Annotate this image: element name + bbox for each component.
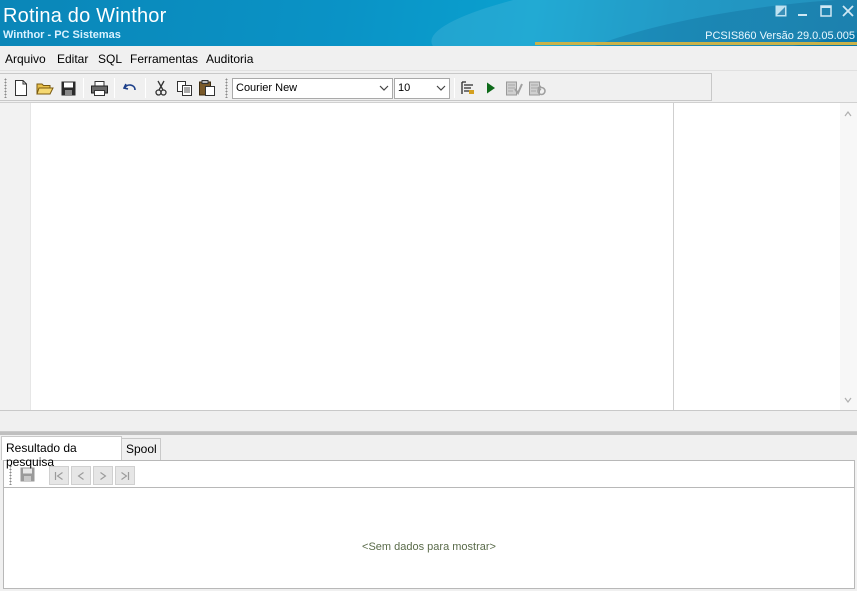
menu-editar[interactable]: Editar [57,52,88,66]
title-bar: Rotina do Winthor Winthor - PC Sistemas … [0,0,857,46]
font-name-select[interactable]: Courier New [232,78,393,99]
toolbar-separator [114,78,115,98]
tab-label: Spool [126,442,157,456]
window-title: Rotina do Winthor [3,5,167,27]
toolbar-grip[interactable] [225,78,228,98]
next-icon [100,471,107,480]
menu-sql[interactable]: SQL [98,52,122,66]
cut-icon[interactable] [151,78,171,98]
new-file-icon[interactable] [11,78,31,98]
toolbar-separator [454,78,455,98]
font-name-value: Courier New [236,82,298,94]
last-icon [121,471,130,480]
rollback-icon[interactable] [527,78,547,98]
results-tabs: Resultado da pesquisa Spool [0,436,857,469]
right-margin-line [673,103,674,411]
menu-auditoria[interactable]: Auditoria [206,52,253,66]
results-panel: <Sem dados para mostrar> [3,460,855,589]
first-icon [54,471,63,480]
previous-record-button[interactable] [71,466,91,485]
empty-results-message: <Sem dados para mostrar> [362,541,496,553]
font-size-value: 10 [398,82,411,94]
toolbar-separator [83,78,84,98]
commit-icon[interactable] [504,78,524,98]
accent-line [535,42,857,45]
toolbar: Courier New 10 [0,73,712,101]
paste-icon[interactable] [197,78,217,98]
query-icon[interactable] [458,78,478,98]
vertical-scrollbar[interactable] [840,103,857,411]
previous-icon [77,471,84,480]
window-subtitle: Winthor - PC Sistemas [3,29,121,41]
save-icon[interactable] [58,78,78,98]
toolbar-separator [145,78,146,98]
results-navigator [4,461,854,488]
menu-bar: Arquivo Editar SQL Ferramentas Auditoria [0,47,857,71]
menu-ferramentas[interactable]: Ferramentas [130,52,198,66]
gutter-divider [30,103,31,411]
undo-icon[interactable] [120,78,140,98]
sql-editor[interactable] [0,102,857,412]
font-size-select[interactable]: 10 [394,78,450,99]
last-record-button[interactable] [115,466,135,485]
toolbar-separator [137,465,138,485]
version-label: PCSIS860 Versão 29.0.05.005 [705,30,855,42]
copy-icon[interactable] [174,78,194,98]
horizontal-scrollbar[interactable] [0,410,857,432]
chevron-down-icon [379,85,389,91]
line-gutter [0,103,30,411]
restore-icon[interactable] [773,4,789,20]
open-folder-icon[interactable] [35,78,55,98]
print-icon[interactable] [89,78,109,98]
chevron-down-icon [436,85,446,91]
tab-resultado-da-pesquisa[interactable]: Resultado da pesquisa [1,436,122,469]
maximize-icon[interactable] [818,4,834,20]
panel-splitter[interactable] [0,432,857,435]
scroll-up-icon[interactable] [843,109,853,119]
scroll-down-icon[interactable] [843,395,853,405]
minimize-icon[interactable] [795,4,811,20]
close-icon[interactable] [840,4,856,20]
run-icon[interactable] [481,78,501,98]
menu-arquivo[interactable]: Arquivo [5,52,46,66]
toolbar-grip[interactable] [4,78,7,98]
tab-spool[interactable]: Spool [121,438,161,460]
next-record-button[interactable] [93,466,113,485]
